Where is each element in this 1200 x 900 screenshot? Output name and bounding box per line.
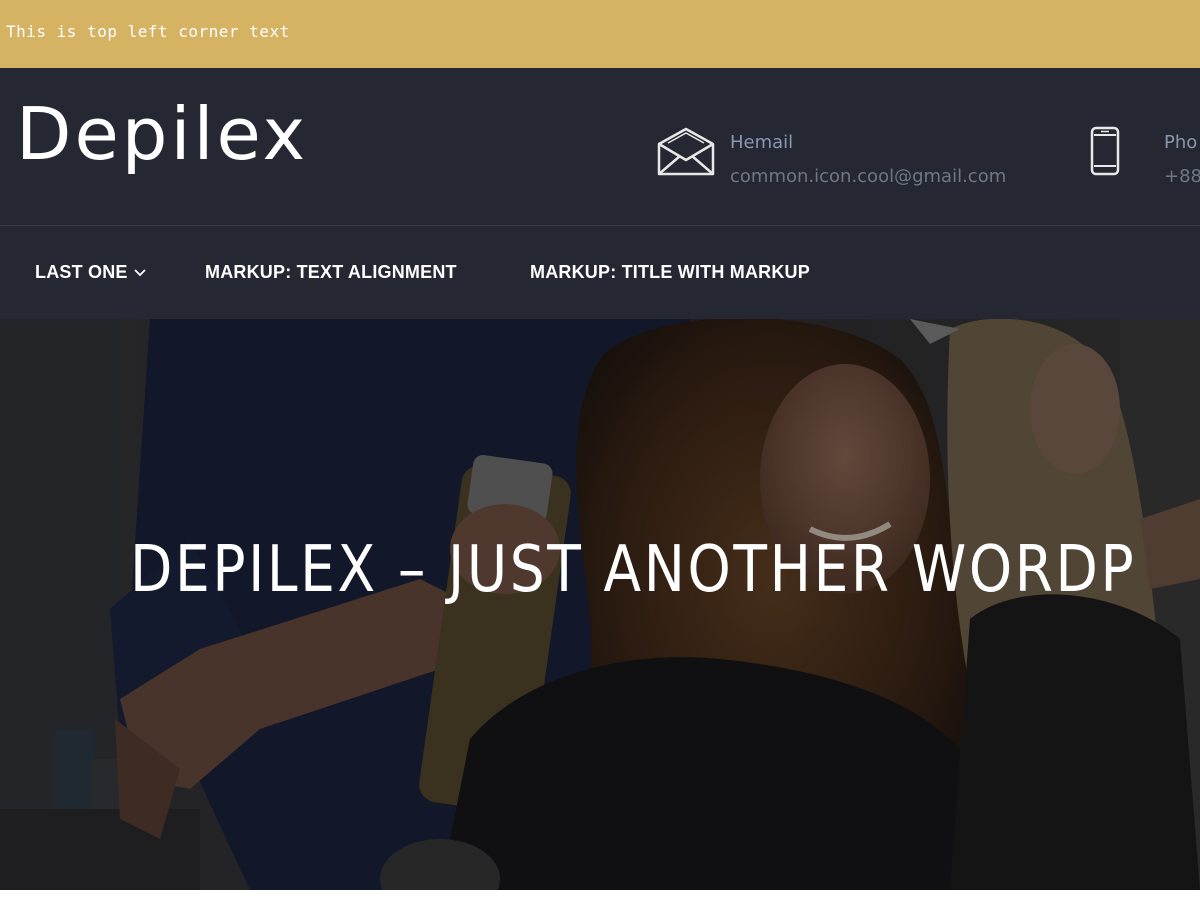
envelope-icon — [657, 127, 715, 176]
chevron-down-icon — [133, 269, 146, 277]
site-header: Depilex Hemail common.icon.cool@gmail.co… — [0, 68, 1200, 226]
nav-item-title-with-markup[interactable]: MARKUP: TITLE WITH MARKUP — [530, 262, 810, 283]
nav-item-text-alignment[interactable]: MARKUP: TEXT ALIGNMENT — [205, 262, 457, 283]
phone-number[interactable]: +88 — [1164, 166, 1200, 187]
email-label: Hemail — [730, 132, 794, 153]
top-left-corner-text: This is top left corner text — [6, 22, 290, 41]
hero-title: DEPILEX – JUST ANOTHER WORDP — [130, 533, 1137, 607]
site-logo[interactable]: Depilex — [16, 98, 308, 170]
main-navigation: LAST ONE MARKUP: TEXT ALIGNMENT MARKUP: … — [0, 226, 1200, 319]
nav-item-label: MARKUP: TEXT ALIGNMENT — [205, 262, 457, 282]
nav-item-label: MARKUP: TITLE WITH MARKUP — [530, 262, 810, 282]
phone-label: Pho — [1164, 132, 1198, 153]
mobile-phone-icon — [1090, 126, 1120, 176]
page-bottom-strip — [0, 890, 1200, 900]
nav-item-label: LAST ONE — [35, 262, 128, 282]
hero-banner: DEPILEX – JUST ANOTHER WORDP — [0, 319, 1200, 890]
top-announcement-bar: This is top left corner text — [0, 0, 1200, 68]
email-address[interactable]: common.icon.cool@gmail.com — [730, 166, 1006, 187]
nav-item-last-one[interactable]: LAST ONE — [35, 262, 146, 283]
